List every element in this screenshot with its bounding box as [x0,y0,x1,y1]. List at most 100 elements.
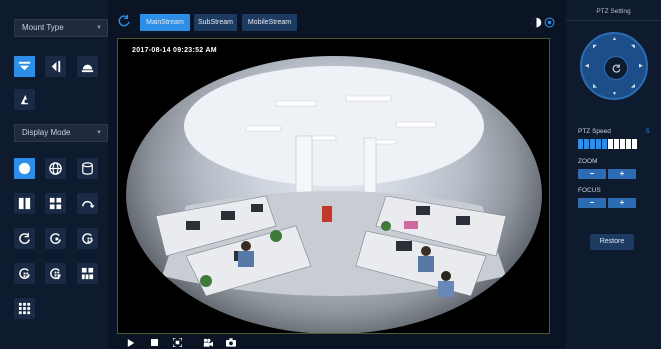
play-icon [127,338,135,347]
ptz-auto-button[interactable] [604,56,628,80]
ptz-down-arrow-icon[interactable]: ▼ [612,91,617,97]
camera-icon [226,338,236,347]
record-button[interactable] [203,338,213,348]
fisheye-plus-3-button[interactable] [45,228,66,249]
refresh-icon [118,14,130,27]
chevron-down-icon: ▼ [96,25,102,31]
cylinder-icon [82,162,93,175]
contrast-icon [531,17,542,28]
fisheye-plus-6-button[interactable] [14,263,35,284]
wall-mount-icon [51,60,61,73]
quad-view-button[interactable] [45,193,66,214]
speed-segment[interactable] [590,139,595,149]
ptz-up-arrow-icon[interactable]: ▲ [612,36,617,42]
ptz-speed-label: PTZ Speed [578,128,611,135]
focus-near-button[interactable]: − [578,198,606,208]
ptz-up-left-arrow-icon[interactable]: ◤ [593,44,597,50]
ptz-down-right-arrow-icon[interactable]: ◢ [631,83,635,89]
divider [566,20,661,21]
tilt-mount-button[interactable] [14,89,35,110]
rotate-eight-icon [50,268,61,280]
left-panel: Mount Type ▼ Display Mode ▼ [0,0,108,349]
speed-segment[interactable] [626,139,631,149]
refresh-button[interactable] [117,14,131,28]
fullscreen-button[interactable] [172,338,182,348]
ptz-speed-value: 5 [646,128,650,135]
quad-grid-icon [49,197,62,210]
stop-icon [150,339,158,346]
globe-icon [49,162,62,175]
speed-segment[interactable] [614,139,619,149]
globe-mode-button[interactable] [45,158,66,179]
fisheye-video-image [126,56,542,333]
speed-segment[interactable] [602,139,607,149]
split-8-button[interactable] [77,263,98,284]
cylinder-mode-button[interactable] [77,158,98,179]
zoom-controls: − + [578,169,636,179]
panorama-360-button[interactable] [14,228,35,249]
speed-segment[interactable] [578,139,583,149]
arc-arrow-icon [82,200,95,209]
mount-type-label: Mount Type [22,23,64,32]
ptz-direction-ring[interactable]: ▲ ▼ ◀ ▶ ◤ ◥ ◣ ◢ [580,32,648,100]
tab-mobilestream[interactable]: MobileStream [242,14,297,31]
circle-icon [18,162,31,175]
ceiling-mount-icon [18,61,31,71]
dual-panorama-button[interactable] [14,193,35,214]
mixed-grid-icon [81,267,94,280]
video-camera-icon [203,338,213,347]
settings-button[interactable] [544,15,555,28]
nine-grid-button[interactable] [14,298,35,319]
ptz-panel: PTZ Setting ▲ ▼ ◀ ▶ ◤ ◥ ◣ ◢ PTZ Speed 5 … [566,0,661,349]
playback-controls [126,336,236,349]
desktop-mount-button[interactable] [77,56,98,77]
tab-substream[interactable]: SubStream [194,14,237,31]
fullscreen-icon [172,338,182,347]
desktop-mount-icon [81,64,94,73]
contrast-button[interactable] [531,15,542,28]
rotate-grid-icon [82,233,93,244]
ptz-right-arrow-icon[interactable]: ▶ [639,63,643,69]
focus-label: FOCUS [578,187,601,194]
video-viewport[interactable]: 2017-08-14 09:23:52 AM [117,38,550,334]
speed-segment[interactable] [632,139,637,149]
tab-mainstream[interactable]: MainStream [140,14,190,31]
panorama-180-button[interactable] [77,193,98,214]
display-mode-select[interactable]: Display Mode ▼ [14,124,108,142]
restore-button[interactable]: Restore [590,234,634,250]
focus-controls: − + [578,198,636,208]
display-mode-label: Display Mode [22,128,71,137]
ptz-down-left-arrow-icon[interactable]: ◣ [593,83,597,89]
video-timestamp: 2017-08-14 09:23:52 AM [132,47,217,54]
wall-mount-button[interactable] [45,56,66,77]
rotate-split-icon [50,233,61,244]
speed-segment[interactable] [596,139,601,149]
zoom-label: ZOOM [578,158,598,165]
ptz-speed-slider[interactable] [578,139,637,149]
stop-button[interactable] [149,338,159,348]
chevron-down-icon: ▼ [96,130,102,136]
rotate-icon [19,232,30,244]
fisheye-plus-4-button[interactable] [77,228,98,249]
rotate-six-icon [19,268,30,279]
speed-segment[interactable] [608,139,613,149]
office-scene-image [155,66,507,297]
focus-far-button[interactable]: + [608,198,636,208]
fisheye-plus-8-button[interactable] [45,263,66,284]
ptz-title: PTZ Setting [596,8,631,15]
nine-grid-icon [18,302,31,315]
snapshot-button[interactable] [226,338,236,348]
tilt-mount-icon [20,94,29,105]
ptz-up-right-arrow-icon[interactable]: ◥ [631,44,635,50]
speed-segment[interactable] [620,139,625,149]
ptz-left-arrow-icon[interactable]: ◀ [585,63,589,69]
zoom-out-button[interactable]: − [578,169,606,179]
ceiling-mount-button[interactable] [14,56,35,77]
play-button[interactable] [126,338,136,348]
rotate-icon [612,63,620,73]
fisheye-mode-button[interactable] [14,158,35,179]
video-area: MainStream SubStream MobileStream 2017-0… [108,0,559,349]
mount-type-select[interactable]: Mount Type ▼ [14,19,108,37]
speed-segment[interactable] [584,139,589,149]
zoom-in-button[interactable]: + [608,169,636,179]
